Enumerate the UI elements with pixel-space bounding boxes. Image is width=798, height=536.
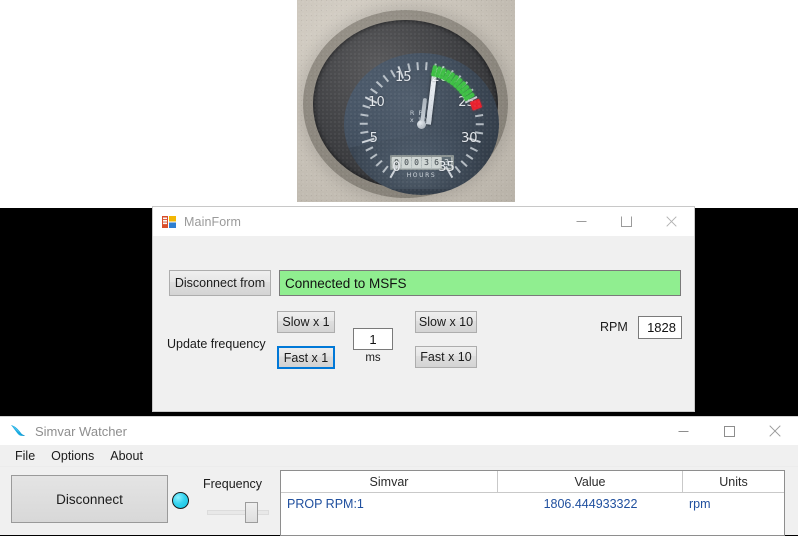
gauge-minor-tick: [470, 147, 478, 152]
table-header-row: SimvarValueUnits: [281, 471, 784, 493]
simvar-table: SimvarValueUnits PROP RPM:11806.44493332…: [280, 470, 785, 536]
mainform-body: Disconnect from Connected to MSFS Update…: [153, 236, 694, 412]
bird-icon: [9, 422, 27, 440]
menu-item-options[interactable]: Options: [43, 447, 102, 465]
update-frequency-label: Update frequency: [167, 337, 266, 351]
cell-units: rpm: [683, 493, 784, 515]
ms-unit-label: ms: [353, 352, 393, 364]
gauge-tick-label: 35: [438, 160, 455, 175]
hours-label: HOURS: [407, 172, 437, 179]
cell-simvar: PROP RPM:1: [281, 493, 498, 515]
fast-x1-button[interactable]: Fast x 1: [277, 346, 335, 369]
menu-item-about[interactable]: About: [102, 447, 151, 465]
disconnect-from-button[interactable]: Disconnect from: [169, 270, 271, 296]
gauge-minor-tick: [476, 123, 484, 125]
gauge-minor-tick: [416, 62, 418, 70]
gauge-minor-tick: [461, 160, 468, 167]
close-icon[interactable]: [649, 207, 694, 236]
mainform-titlebar[interactable]: MainForm: [153, 207, 694, 236]
table-row[interactable]: PROP RPM:11806.444933322rpm: [281, 493, 784, 515]
mainform-window: MainForm Disconnect from Connected to MS…: [152, 206, 695, 412]
gauge-minor-tick: [370, 154, 377, 160]
gauge-tick-label: 0: [392, 160, 400, 175]
hour-meter-digit: 0: [402, 157, 411, 168]
gauge-bezel: R P M x 100 000363 HOURS 05101520253035: [313, 20, 498, 188]
gauge-tick-label: 30: [461, 131, 478, 146]
menu-item-file[interactable]: File: [7, 447, 43, 465]
mainform-title: MainForm: [184, 215, 241, 229]
watcher-window-controls: [660, 417, 798, 445]
column-header-simvar[interactable]: Simvar: [281, 471, 498, 492]
frequency-slider[interactable]: [207, 502, 269, 522]
connection-led: [172, 492, 189, 509]
watcher-titlebar[interactable]: Simvar Watcher: [0, 417, 798, 445]
gauge-tick-label: 15: [395, 70, 412, 85]
gauge-minor-tick: [370, 88, 377, 94]
gauge-minor-tick: [382, 75, 388, 82]
gauge-tick-label: 5: [370, 131, 378, 146]
gauge-dial-face: R P M x 100 000363 HOURS 05101520253035: [344, 53, 499, 195]
gauge-needle-hub: [417, 120, 426, 129]
minimize-icon[interactable]: [559, 207, 604, 236]
gauge-minor-tick: [360, 114, 368, 117]
gauge-minor-tick: [376, 81, 383, 88]
gauge-tick-label: 10: [368, 95, 385, 110]
simvar-watcher-window: Simvar Watcher FileOptionsAbout Disconne…: [0, 416, 798, 535]
gauge-minor-tick: [425, 62, 427, 70]
gauge-minor-tick: [466, 154, 473, 160]
gauge-minor-tick: [475, 114, 483, 117]
cell-value: 1806.444933322: [498, 493, 683, 515]
disconnect-button[interactable]: Disconnect: [11, 475, 168, 523]
fast-x10-button[interactable]: Fast x 10: [415, 346, 477, 368]
gauge-minor-tick: [365, 147, 373, 152]
frequency-label: Frequency: [203, 477, 262, 491]
hour-meter-digit: 0: [412, 157, 421, 168]
mainform-window-controls: [559, 207, 694, 236]
rpm-label: RPM: [600, 320, 628, 334]
hour-meter-digit: 3: [422, 157, 431, 168]
gauge-minor-tick: [376, 160, 383, 167]
connection-status-box: Connected to MSFS: [279, 270, 681, 296]
interval-ms-input[interactable]: 1: [353, 328, 393, 350]
maximize-icon[interactable]: [604, 207, 649, 236]
column-header-units[interactable]: Units: [683, 471, 784, 492]
winforms-app-icon: [161, 214, 177, 230]
maximize-icon[interactable]: [706, 417, 752, 445]
slider-thumb[interactable]: [245, 502, 258, 523]
gauge-minor-tick: [360, 131, 368, 134]
close-icon[interactable]: [752, 417, 798, 445]
rpm-value-field[interactable]: 1828: [638, 316, 682, 339]
watcher-title: Simvar Watcher: [35, 424, 127, 439]
slow-x1-button[interactable]: Slow x 1: [277, 311, 335, 333]
slow-x10-button[interactable]: Slow x 10: [415, 311, 477, 333]
watcher-body: Disconnect Frequency SimvarValueUnits PR…: [0, 467, 798, 536]
slider-track: [207, 510, 269, 515]
table-body: PROP RPM:11806.444933322rpm: [281, 493, 784, 515]
watcher-menubar: FileOptionsAbout: [0, 445, 798, 467]
tachometer-photo: R P M x 100 000363 HOURS 05101520253035: [297, 0, 515, 202]
gauge-minor-tick: [360, 123, 368, 125]
minimize-icon[interactable]: [660, 417, 706, 445]
gauge-minor-tick: [455, 166, 461, 173]
column-header-value[interactable]: Value: [498, 471, 683, 492]
gauge-minor-tick: [382, 166, 388, 173]
